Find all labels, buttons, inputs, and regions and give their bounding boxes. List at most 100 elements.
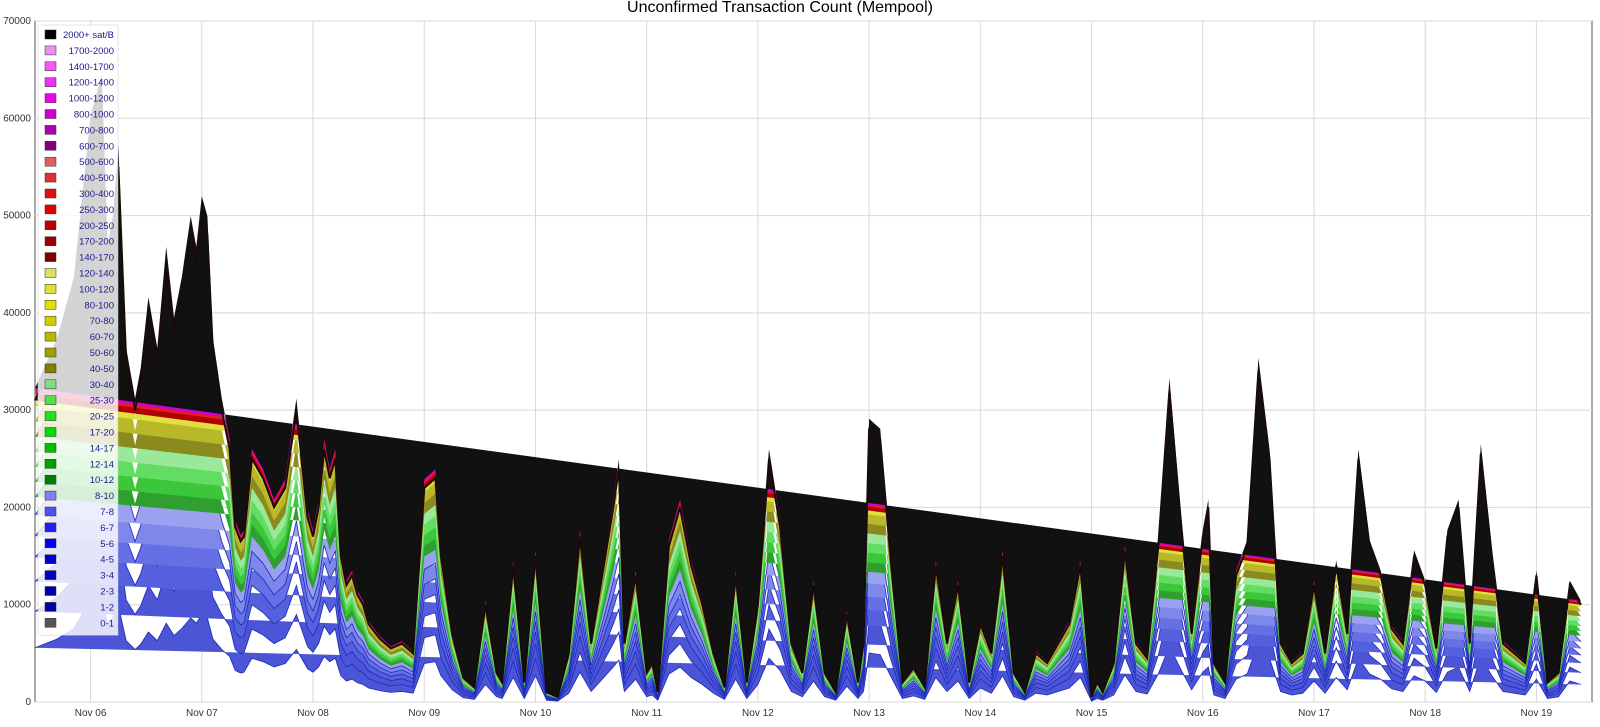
legend-swatch — [44, 268, 57, 278]
legend-entry-label: 12-14 — [90, 459, 114, 470]
legend-swatch — [44, 363, 57, 374]
legend-swatch — [44, 618, 57, 628]
legend-entry-label: 800-1000 — [74, 110, 114, 121]
legend-entry-label: 1000-1200 — [69, 94, 114, 105]
legend-entry-label: 140-170 — [79, 253, 114, 264]
legend-swatch — [44, 331, 57, 342]
legend-swatch — [44, 347, 57, 358]
y-tick-label: 70000 — [3, 16, 31, 27]
legend-swatch — [44, 61, 57, 72]
legend-swatch — [44, 204, 57, 215]
y-tick-label: 50000 — [3, 211, 31, 222]
legend-entry-label: 1400-1700 — [69, 62, 114, 73]
legend-swatch — [44, 156, 57, 167]
legend-entry-label: 20-25 — [90, 412, 114, 423]
x-tick-label: Nov 09 — [408, 708, 440, 719]
legend-entry-label: 70-80 — [90, 316, 114, 327]
legend-swatch — [44, 379, 57, 390]
legend-entry-label: 170-200 — [79, 237, 114, 248]
chart-root: Unconfirmed Transaction Count (Mempool) … — [0, 0, 1600, 727]
legend-entry-label: 1-2 — [100, 602, 114, 613]
x-tick-label: Nov 13 — [853, 708, 885, 719]
legend-entry-label: 10-12 — [90, 475, 114, 486]
legend-entry-label: 6-7 — [100, 523, 114, 534]
legend-swatch — [44, 474, 57, 485]
legend-entry-label: 4-5 — [100, 555, 114, 566]
x-tick-label: Nov 18 — [1409, 708, 1441, 719]
legend-swatch — [44, 315, 57, 326]
legend-entry-label: 500-600 — [79, 157, 114, 168]
x-tick-label: Nov 16 — [1187, 708, 1219, 719]
legend-swatch — [44, 538, 57, 549]
legend-entry-label: 400-500 — [79, 173, 114, 184]
x-tick-label: Nov 06 — [75, 708, 107, 719]
legend-swatch — [44, 141, 57, 151]
y-tick-label: 20000 — [3, 502, 31, 513]
legend-swatch — [44, 443, 57, 453]
legend-entry-label: 60-70 — [90, 332, 114, 343]
legend-swatch — [44, 300, 57, 310]
legend-entry-label: 1200-1400 — [69, 78, 114, 89]
legend-swatch — [44, 459, 57, 469]
legend-entry-label: 1700-2000 — [69, 46, 114, 57]
legend-entry-label: 200-250 — [79, 221, 114, 232]
legend-swatch — [44, 29, 57, 40]
legend-entry-label: 5-6 — [100, 539, 114, 550]
mempool-chart: Unconfirmed Transaction Count (Mempool) … — [3, 0, 1593, 719]
legend-swatch — [44, 220, 57, 231]
x-tick-label: Nov 08 — [297, 708, 329, 719]
y-tick-label: 10000 — [3, 600, 31, 611]
legend-entry-label: 25-30 — [90, 396, 114, 407]
x-tick-label: Nov 17 — [1298, 708, 1330, 719]
legend-swatch — [44, 522, 57, 533]
legend-swatch — [44, 188, 57, 199]
legend-entry-label: 3-4 — [100, 571, 114, 582]
x-tick-label: Nov 19 — [1521, 708, 1553, 719]
y-tick-label: 60000 — [3, 113, 31, 124]
legend-entry-label: 100-120 — [79, 284, 114, 295]
x-tick-label: Nov 14 — [964, 708, 996, 719]
legend-swatch — [44, 586, 57, 596]
y-tick-label: 0 — [25, 697, 31, 708]
legend-swatch — [44, 506, 57, 517]
legend-entry-label: 120-140 — [79, 269, 114, 280]
legend: 2000+ sat/B 1700-2000 1400-1700 1200-1400 10… — [37, 24, 119, 636]
chart-title: Unconfirmed Transaction Count (Mempool) — [627, 0, 933, 16]
legend-entry-label: 7-8 — [100, 507, 114, 518]
x-tick-label: Nov 11 — [631, 708, 662, 719]
legend-entry-label: 30-40 — [90, 380, 114, 391]
legend-swatch — [44, 602, 57, 612]
legend-entry-label: 700-800 — [79, 125, 114, 136]
legend-swatch — [44, 172, 57, 183]
legend-entry-label: 17-20 — [90, 428, 114, 439]
legend-entry-label: 80-100 — [84, 300, 114, 311]
x-tick-label: Nov 12 — [742, 708, 774, 719]
legend-swatch — [44, 411, 57, 421]
legend-entry-label: 14-17 — [90, 443, 114, 454]
legend-swatch — [44, 93, 57, 103]
legend-swatch — [44, 284, 57, 294]
y-tick-label: 30000 — [3, 405, 31, 416]
legend-swatch — [44, 395, 57, 405]
x-tick-label: Nov 10 — [520, 708, 552, 719]
legend-swatch — [44, 125, 57, 135]
legend-entry-label: 40-50 — [90, 364, 114, 375]
legend-entry-label: 300-400 — [79, 189, 114, 200]
legend-entry-label: 600-700 — [79, 141, 114, 152]
legend-swatch — [44, 109, 57, 119]
legend-entry-label: 0-1 — [100, 618, 114, 629]
legend-swatch — [44, 252, 57, 262]
x-tick-label: Nov 15 — [1076, 708, 1108, 719]
legend-entry-label: 8-10 — [95, 491, 114, 502]
legend-swatch — [44, 570, 57, 580]
legend-entry-label: 250-300 — [79, 205, 114, 216]
y-tick-label: 40000 — [3, 308, 31, 319]
legend-swatch — [44, 236, 57, 246]
legend-swatch — [44, 77, 57, 87]
legend-entry-label: 50-60 — [90, 348, 114, 359]
legend-swatch — [44, 45, 57, 56]
legend-swatch — [44, 554, 57, 564]
legend-entry-label: 2-3 — [100, 587, 114, 598]
legend-swatch — [44, 427, 57, 437]
legend-swatch — [44, 490, 57, 501]
